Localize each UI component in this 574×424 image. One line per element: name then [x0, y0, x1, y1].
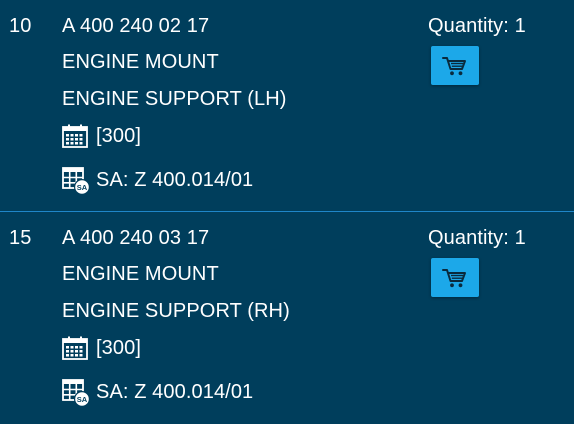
calendar-icon	[62, 124, 88, 148]
quantity-label: Quantity: 1	[428, 15, 526, 37]
parts-list: 10 A 400 240 02 17 ENGINE MOUNT ENGINE S…	[0, 0, 574, 420]
period-value: [300]	[96, 125, 141, 147]
part-sub-description: ENGINE SUPPORT (RH)	[62, 300, 290, 322]
sa-code: SA: Z 400.014/01	[96, 169, 254, 191]
part-row: 15 A 400 240 03 17 ENGINE MOUNT ENGINE S…	[0, 212, 574, 424]
cart-icon	[442, 268, 466, 287]
period-value: [300]	[96, 337, 141, 359]
svg-text:SA: SA	[77, 183, 88, 192]
add-to-cart-button[interactable]	[431, 258, 479, 297]
position-number: 10	[9, 15, 32, 37]
position-number: 15	[9, 227, 32, 249]
svg-text:SA: SA	[77, 395, 88, 404]
sa-code: SA: Z 400.014/01	[96, 381, 254, 403]
part-row: 10 A 400 240 02 17 ENGINE MOUNT ENGINE S…	[0, 0, 574, 212]
part-description: ENGINE MOUNT	[62, 51, 219, 73]
add-to-cart-button[interactable]	[431, 46, 479, 85]
part-number: A 400 240 03 17	[62, 227, 210, 249]
sa-table-icon: SA	[62, 379, 90, 407]
sa-table-icon: SA	[62, 167, 90, 195]
calendar-icon	[62, 336, 88, 360]
quantity-label: Quantity: 1	[428, 227, 526, 249]
part-description: ENGINE MOUNT	[62, 263, 219, 285]
cart-icon	[442, 56, 466, 75]
part-sub-description: ENGINE SUPPORT (LH)	[62, 88, 287, 110]
part-number: A 400 240 02 17	[62, 15, 210, 37]
